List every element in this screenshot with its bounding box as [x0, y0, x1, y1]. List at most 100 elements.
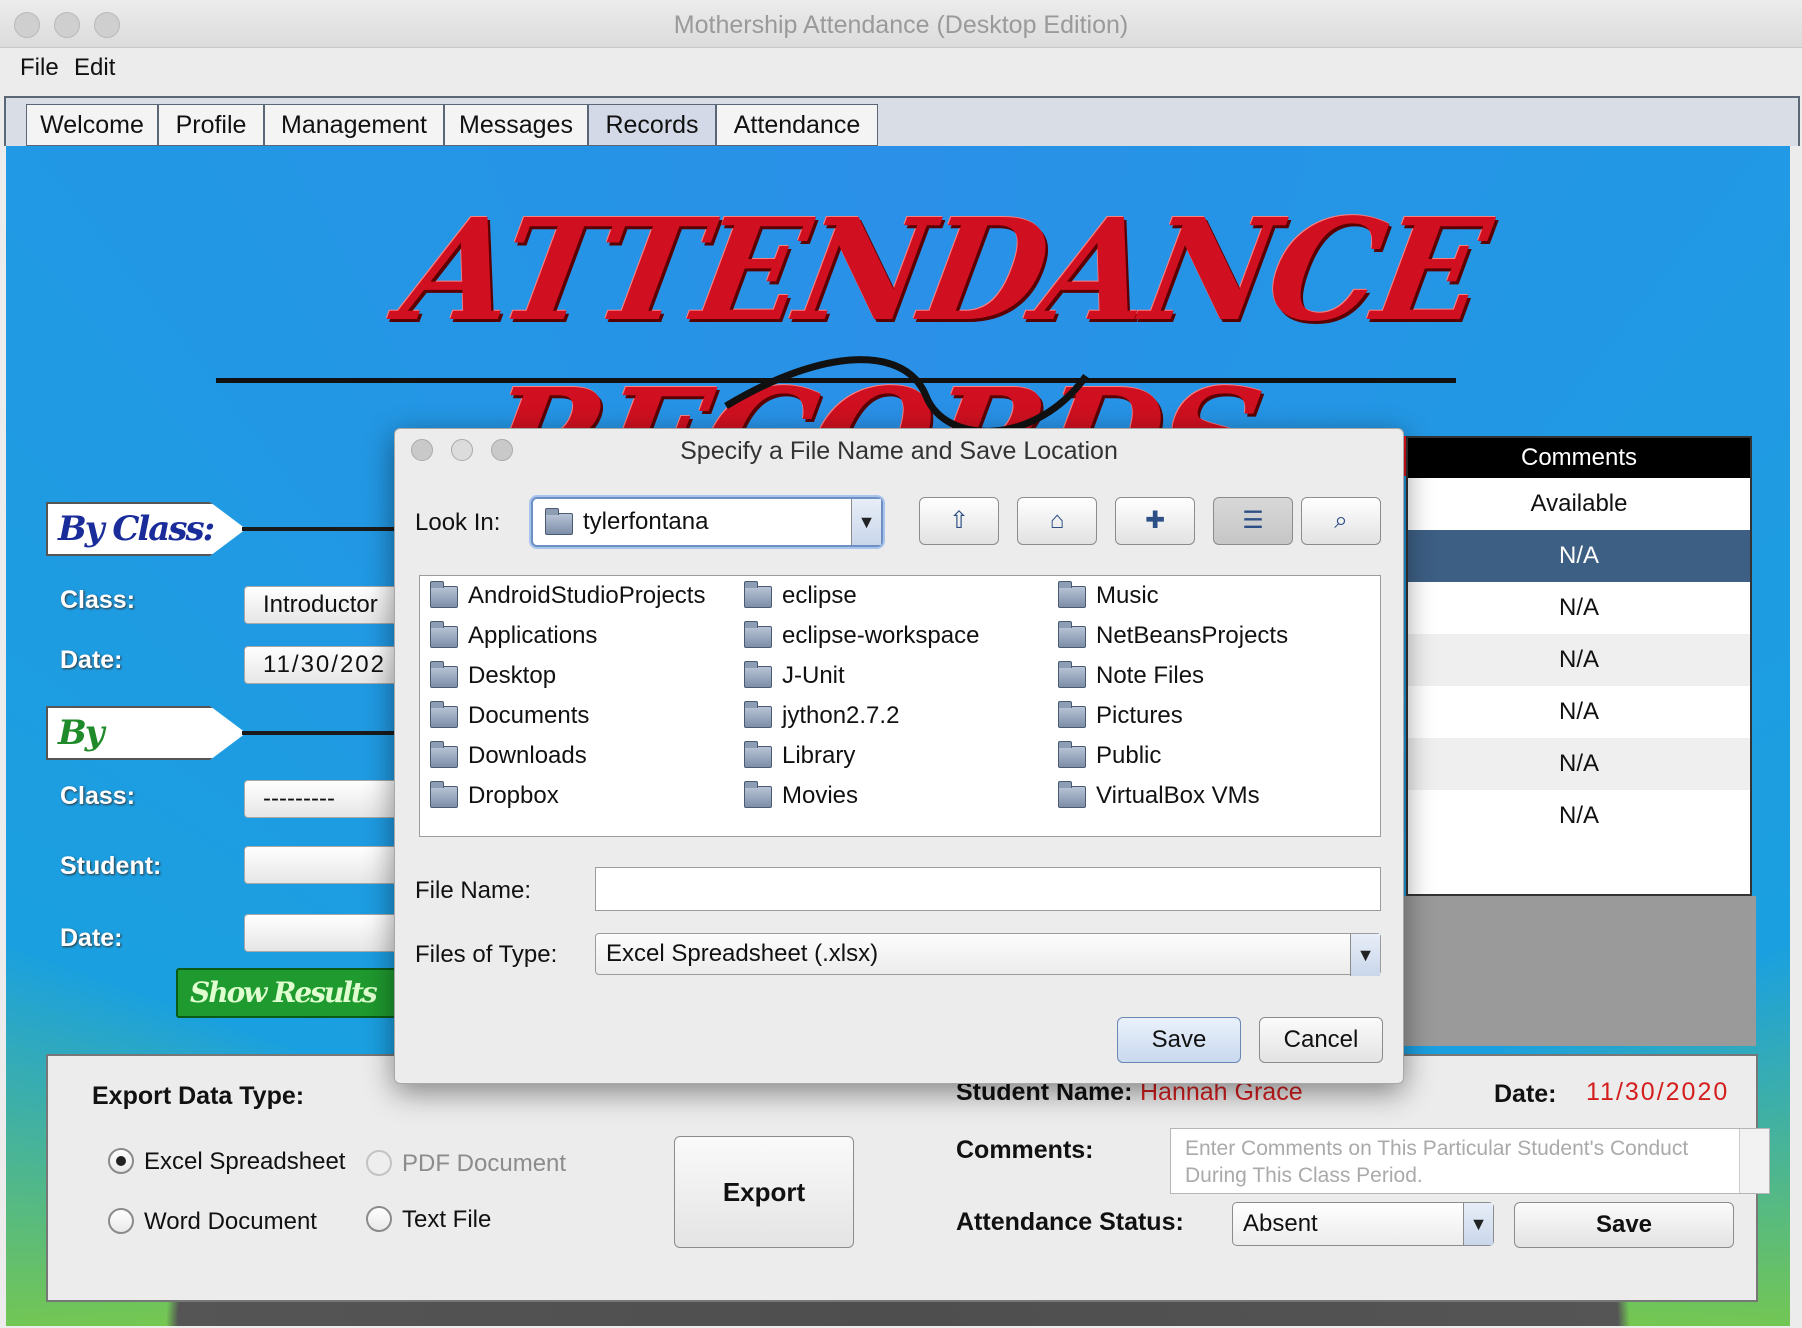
tab-attendance[interactable]: Attendance: [716, 104, 878, 146]
by-student-class-label: Class:: [60, 782, 136, 810]
text-file-radio-label[interactable]: Text File: [402, 1206, 491, 1234]
folder-icon: [744, 620, 772, 648]
folder-icon: [430, 780, 458, 808]
files-of-type-select[interactable]: Excel Spreadsheet (.xlsx) ▼: [595, 933, 1381, 976]
dialog-save-button[interactable]: Save: [1117, 1017, 1241, 1063]
text-file-radio[interactable]: [366, 1206, 392, 1232]
folder-icon: [744, 580, 772, 608]
pdf-radio-label: PDF Document: [402, 1150, 567, 1177]
save-status-button[interactable]: Save: [1514, 1202, 1734, 1248]
by-student-student-select[interactable]: [244, 846, 414, 884]
excel-radio-label[interactable]: Excel Spreadsheet: [144, 1148, 345, 1176]
table-row[interactable]: N/A: [1408, 634, 1750, 686]
table-row[interactable]: N/A: [1408, 530, 1750, 582]
file-list[interactable]: AndroidStudioProjects Applications Deskt…: [419, 575, 1381, 837]
by-class-class-select[interactable]: Introductor: [244, 586, 414, 624]
look-in-select[interactable]: tylerfontana ▼: [531, 497, 883, 547]
list-item[interactable]: Public: [1058, 740, 1161, 770]
list-item[interactable]: Dropbox: [430, 780, 559, 810]
folder-icon: [1058, 660, 1086, 688]
file-name-input[interactable]: [595, 867, 1381, 911]
by-class-rule: [242, 527, 402, 531]
look-in-label: Look In:: [415, 509, 501, 536]
by-student-rule: [242, 731, 402, 735]
list-view-icon[interactable]: ☰: [1213, 497, 1293, 545]
table-row[interactable]: N/A: [1408, 582, 1750, 634]
table-row[interactable]: N/A: [1408, 738, 1750, 790]
table-row[interactable]: N/A: [1408, 790, 1750, 842]
menu-bar: File Edit: [0, 49, 1802, 89]
tab-management[interactable]: Management: [264, 104, 444, 146]
list-item[interactable]: Movies: [744, 780, 858, 810]
tab-messages[interactable]: Messages: [444, 104, 588, 146]
menu-edit[interactable]: Edit: [74, 54, 115, 82]
details-view-icon[interactable]: ⌕: [1301, 497, 1381, 545]
tab-strip: Welcome Profile Management Messages Reco…: [4, 96, 1800, 146]
list-item[interactable]: Note Files: [1058, 660, 1204, 690]
list-item[interactable]: eclipse-workspace: [744, 620, 979, 650]
window-titlebar: Mothership Attendance (Desktop Edition): [0, 0, 1802, 48]
list-item[interactable]: AndroidStudioProjects: [430, 580, 705, 610]
by-student-date-field[interactable]: [244, 914, 414, 952]
by-class-class-label: Class:: [60, 586, 136, 614]
up-folder-icon[interactable]: ⇧: [919, 497, 999, 545]
list-item[interactable]: Desktop: [430, 660, 556, 690]
folder-icon: [744, 660, 772, 688]
files-of-type-value: Excel Spreadsheet (.xlsx): [606, 940, 879, 967]
tab-records[interactable]: Records: [588, 104, 716, 146]
folder-icon: [430, 700, 458, 728]
comments-textarea[interactable]: Enter Comments on This Particular Studen…: [1170, 1128, 1770, 1194]
list-item[interactable]: Pictures: [1058, 700, 1183, 730]
menu-file[interactable]: File: [20, 54, 59, 82]
by-student-class-select[interactable]: ---------: [244, 780, 414, 818]
home-icon[interactable]: ⌂: [1017, 497, 1097, 545]
dialog-cancel-button[interactable]: Cancel: [1259, 1017, 1383, 1063]
folder-icon: [430, 580, 458, 608]
new-folder-icon[interactable]: ✚: [1115, 497, 1195, 545]
list-item[interactable]: Applications: [430, 620, 597, 650]
by-student-banner: By Student:: [46, 706, 246, 760]
list-item[interactable]: eclipse: [744, 580, 857, 610]
export-and-student-panel: Export Data Type: Excel Spreadsheet PDF …: [46, 1054, 1770, 1302]
file-name-label: File Name:: [415, 877, 532, 904]
list-item[interactable]: Library: [744, 740, 855, 770]
files-of-type-label: Files of Type:: [415, 941, 558, 968]
comments-scrollbar[interactable]: [1739, 1129, 1769, 1193]
list-item[interactable]: J-Unit: [744, 660, 845, 690]
list-item[interactable]: VirtualBox VMs: [1058, 780, 1260, 810]
chevron-down-icon: ▼: [1350, 934, 1380, 976]
comments-column-header[interactable]: Comments: [1408, 438, 1750, 478]
comments-placeholder: Enter Comments on This Particular Studen…: [1185, 1137, 1689, 1187]
attendance-status-select[interactable]: Absent ▼: [1232, 1202, 1494, 1246]
pdf-radio: [366, 1150, 392, 1176]
list-item[interactable]: Documents: [430, 700, 589, 730]
look-in-value: tylerfontana: [583, 508, 709, 535]
folder-icon: [1058, 780, 1086, 808]
word-radio[interactable]: [108, 1208, 134, 1234]
export-button[interactable]: Export: [674, 1136, 854, 1248]
excel-radio[interactable]: [108, 1148, 134, 1174]
folder-icon: [1058, 740, 1086, 768]
save-file-dialog: Specify a File Name and Save Location Lo…: [394, 428, 1404, 1084]
table-row[interactable]: Available: [1408, 478, 1750, 530]
by-student-date-label: Date:: [60, 924, 123, 952]
dialog-title: Specify a File Name and Save Location: [680, 437, 1118, 465]
list-item[interactable]: NetBeansProjects: [1058, 620, 1288, 650]
folder-icon: [744, 700, 772, 728]
attendance-status-label: Attendance Status:: [956, 1208, 1184, 1236]
folder-icon: [430, 620, 458, 648]
records-table[interactable]: Comments Available N/A N/A N/A N/A N/A N…: [1406, 436, 1752, 896]
list-item[interactable]: Music: [1058, 580, 1159, 610]
tab-welcome[interactable]: Welcome: [26, 104, 158, 146]
table-row[interactable]: N/A: [1408, 686, 1750, 738]
by-class-date-field[interactable]: 11/30/202: [244, 646, 414, 684]
by-class-date-label: Date:: [60, 646, 123, 674]
word-radio-label[interactable]: Word Document: [144, 1208, 317, 1236]
tab-profile[interactable]: Profile: [158, 104, 264, 146]
list-item[interactable]: jython2.7.2: [744, 700, 899, 730]
folder-icon: [1058, 580, 1086, 608]
chevron-down-icon: ▼: [851, 499, 881, 545]
show-results-button[interactable]: Show Results: [176, 968, 406, 1018]
list-item[interactable]: Downloads: [430, 740, 587, 770]
student-date-label: Date:: [1494, 1080, 1557, 1108]
